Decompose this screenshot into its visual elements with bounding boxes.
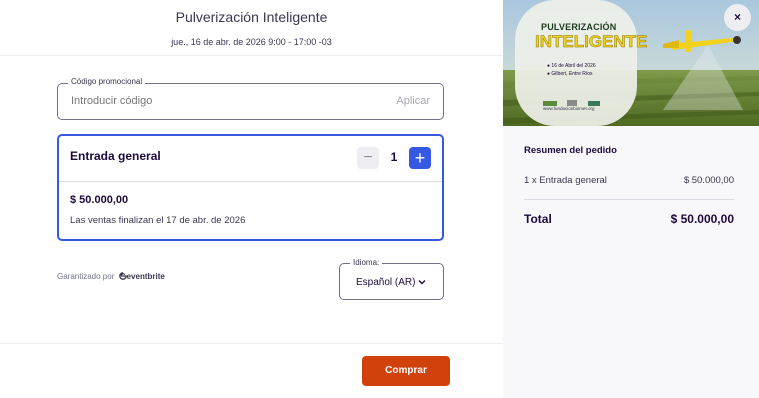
ticket-card-header: Entrada general − 1 + (59, 136, 442, 182)
order-line-label: 1 x Entrada general (524, 175, 607, 186)
order-summary-panel: PULVERIZACIÓN INTELIGENTE ● 16 de Abril … (503, 0, 759, 398)
language-value: Español (AR) (356, 277, 416, 288)
powered-by: Garantizado por eventbrite (57, 272, 165, 281)
close-icon: × (733, 10, 741, 24)
ticket-name: Entrada general (70, 149, 161, 163)
powered-by-label: Garantizado por (57, 272, 115, 281)
ticket-quantity: 1 (390, 150, 398, 164)
increase-quantity-button[interactable]: + (409, 147, 431, 169)
apply-promo-button[interactable]: Aplicar (396, 95, 430, 107)
ticket-card: Entrada general − 1 + $ 50.000,00 Las ve… (57, 134, 444, 241)
order-summary-title: Resumen del pedido (524, 145, 617, 156)
buy-button[interactable]: Comprar (362, 356, 450, 386)
sales-end-notice: Las ventas finalizan el 17 de abr. de 20… (70, 215, 246, 226)
order-line-amount: $ 50.000,00 (683, 175, 734, 186)
chevron-down-icon (418, 277, 426, 287)
checkout-footer: Comprar (0, 343, 503, 398)
close-button[interactable]: × (724, 4, 751, 31)
promo-code-input[interactable] (71, 95, 331, 107)
eventbrite-mark-icon (118, 272, 127, 280)
sponsor-logos (543, 93, 601, 106)
eventbrite-wordmark: eventbrite (126, 272, 165, 281)
checkout-panel: Pulverización Inteligente jue., 16 de ab… (0, 0, 503, 398)
ticket-price: $ 50.000,00 (70, 194, 129, 206)
total-amount: $ 50.000,00 (670, 212, 734, 226)
calendar-icon: ● (547, 63, 551, 69)
decrease-quantity-button[interactable]: − (357, 147, 379, 169)
banner-location: ● Gilbert, Entre Ríos (547, 71, 593, 77)
banner-title-line1: PULVERIZACIÓN (541, 22, 617, 32)
event-title: Pulverización Inteligente (175, 9, 328, 25)
location-pin-icon: ● (547, 71, 551, 77)
banner-date-text: 16 de Abril del 2026 (551, 63, 596, 69)
summary-divider (524, 199, 734, 200)
eventbrite-logo: eventbrite (118, 272, 165, 281)
language-select[interactable]: Idioma: Español (AR) (339, 258, 444, 300)
promo-code-label: Código promocional (68, 77, 146, 86)
banner-location-text: Gilbert, Entre Ríos (551, 71, 593, 77)
language-label: Idioma: (350, 258, 383, 267)
banner-date: ● 16 de Abril del 2026 (547, 63, 596, 69)
event-banner-image: PULVERIZACIÓN INTELIGENTE ● 16 de Abril … (503, 0, 759, 126)
banner-title-line2: INTELIGENTE (535, 32, 648, 52)
event-datetime: jue., 16 de abr. de 2026 9:00 - 17:00 -0… (171, 37, 332, 47)
banner-website: www.fundacionbiomet.org (543, 106, 595, 111)
event-header: Pulverización Inteligente jue., 16 de ab… (0, 0, 503, 56)
total-label: Total (524, 212, 552, 226)
promo-code-field[interactable]: Código promocional Aplicar (57, 77, 444, 120)
